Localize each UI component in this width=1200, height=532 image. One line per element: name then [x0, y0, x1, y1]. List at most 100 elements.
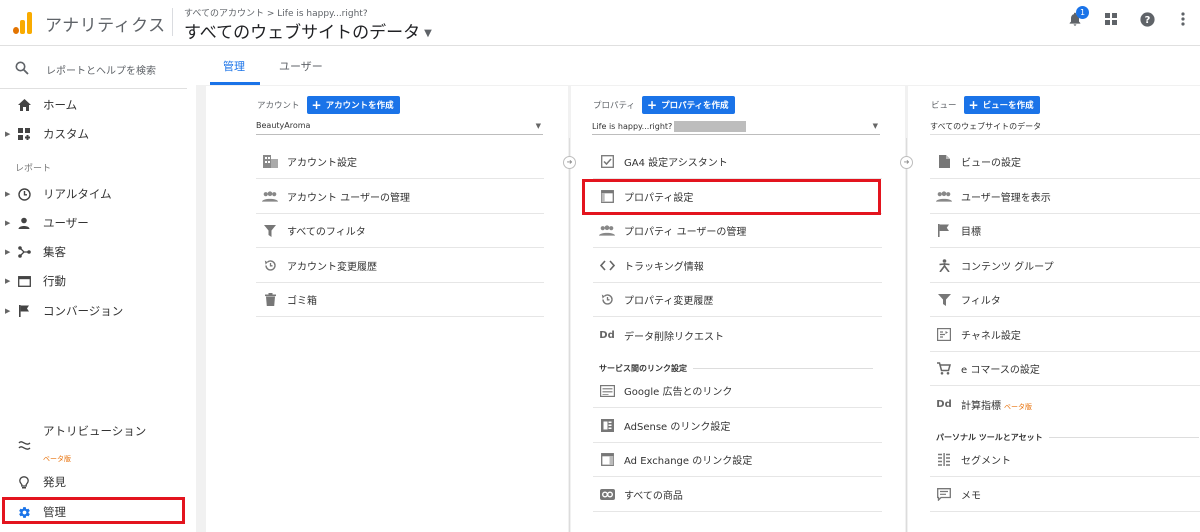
segments-item[interactable]: セグメント — [930, 443, 1200, 477]
people-icon — [599, 223, 615, 239]
account-label: アカウント — [257, 101, 300, 111]
app-title: アナリティクス — [45, 16, 166, 36]
column-divider — [569, 138, 570, 532]
document-icon — [936, 154, 952, 170]
expand-arrow-icon: ▶ — [5, 219, 11, 227]
top-header: アナリティクス すべてのアカウント > Life is happy...righ… — [0, 0, 1200, 46]
account-selected: BeautyAroma — [256, 121, 311, 130]
data-deletion-request-item[interactable]: Dd データ削除リクエスト — [593, 318, 882, 352]
calculated-metrics-item[interactable]: Dd 計算指標 ベータ版 — [930, 387, 1200, 421]
create-property-button[interactable]: + プロパティを作成 — [642, 96, 735, 114]
property-selector[interactable]: Life is happy...right? ▼ — [592, 121, 880, 135]
tab-admin[interactable]: 管理 — [223, 58, 245, 74]
tab-active-indicator — [210, 82, 260, 85]
tracking-info-item[interactable]: トラッキング情報 — [593, 249, 882, 283]
property-user-management-item[interactable]: プロパティ ユーザーの管理 — [593, 214, 882, 248]
sidebar-item-realtime[interactable]: ▶ リアルタイム — [0, 180, 187, 208]
adsense-link-item[interactable]: AdSense のリンク設定 — [593, 409, 882, 443]
property-settings-highlight-box — [582, 179, 881, 215]
comment-icon — [936, 487, 952, 503]
sidebar-item-conversion[interactable]: ▶ コンバージョン — [0, 297, 187, 325]
flag-icon — [936, 223, 952, 239]
view-label: ビュー — [931, 101, 957, 111]
account-settings-item[interactable]: アカウント設定 — [256, 145, 544, 179]
list-item-label: e コマースの設定 — [961, 365, 1040, 376]
list-item-label: AdSense のリンク設定 — [624, 422, 731, 433]
sidebar-item-custom[interactable]: ▶ カスタム — [0, 120, 187, 148]
arrow-right-icon: ➜ — [900, 156, 913, 169]
list-item-label: すべてのフィルタ — [287, 227, 366, 238]
list-item-label: アカウント ユーザーの管理 — [287, 193, 410, 204]
sidebar: レポートとヘルプを検索 ホーム ▶ カスタム レポート ▶ リアルタイム ▶ ユ… — [0, 47, 187, 532]
filter-icon — [262, 223, 278, 239]
channel-settings-item[interactable]: チャネル設定 — [930, 318, 1200, 352]
search-input[interactable]: レポートとヘルプを検索 — [0, 47, 187, 89]
search-placeholder: レポートとヘルプを検索 — [46, 66, 156, 77]
google-ads-link-item[interactable]: Google 広告とのリンク — [593, 374, 882, 408]
notification-badge: 1 — [1076, 6, 1089, 19]
notes-item[interactable]: メモ — [930, 478, 1200, 512]
analytics-logo-icon[interactable] — [11, 10, 35, 34]
content-group-icon — [936, 258, 952, 274]
trash-item[interactable]: ゴミ箱 — [256, 283, 544, 317]
home-icon — [17, 98, 31, 112]
list-item-label: データ削除リクエスト — [624, 331, 724, 343]
create-view-button[interactable]: + ビューを作成 — [963, 96, 1040, 114]
expand-arrow-icon: ▶ — [5, 248, 11, 256]
list-item-label: GA4 設定アシスタント — [624, 158, 728, 169]
view-user-management-item[interactable]: ユーザー管理を表示 — [930, 180, 1200, 214]
list-item-label: プロパティ変更履歴 — [624, 296, 714, 307]
ads-link-icon — [599, 383, 615, 399]
segment-icon — [936, 452, 952, 468]
personal-tools-heading: パーソナル ツールとアセット — [936, 432, 1199, 443]
view-selector[interactable]: すべてのウェブサイトのデータ ▼ — [184, 18, 432, 43]
ad-exchange-link-item[interactable]: Ad Exchange のリンク設定 — [593, 443, 882, 477]
trash-icon — [262, 292, 278, 308]
sidebar-item-discover[interactable]: 発見 — [0, 468, 187, 496]
sidebar-item-label: 集客 — [43, 245, 66, 259]
list-item-label: セグメント — [961, 456, 1011, 467]
bell-icon[interactable]: 1 — [1066, 6, 1089, 28]
view-selector[interactable]: すべてのウェブサイトのデータ — [930, 121, 1200, 135]
admin-highlight-box — [2, 497, 185, 524]
caret-down-icon: ▼ — [535, 122, 541, 130]
checklist-icon — [599, 154, 615, 170]
channel-icon — [936, 327, 952, 343]
all-filters-item[interactable]: すべてのフィルタ — [256, 214, 544, 248]
sidebar-item-users[interactable]: ▶ ユーザー — [0, 209, 187, 237]
sidebar-item-label: コンバージョン — [43, 304, 124, 318]
sidebar-item-behavior[interactable]: ▶ 行動 — [0, 267, 187, 295]
account-selector[interactable]: BeautyAroma ▼ — [256, 121, 543, 135]
tab-user[interactable]: ユーザー — [279, 58, 323, 74]
view-filter-item[interactable]: フィルタ — [930, 283, 1200, 317]
history-icon — [599, 292, 615, 308]
help-icon[interactable]: ? — [1138, 10, 1156, 28]
ad-exchange-icon — [599, 452, 615, 468]
apps-grid-icon[interactable] — [1102, 10, 1120, 28]
property-history-item[interactable]: プロパティ変更履歴 — [593, 283, 882, 317]
building-icon — [262, 154, 278, 170]
list-item-label: コンテンツ グループ — [961, 262, 1054, 273]
expand-arrow-icon: ▶ — [5, 307, 11, 315]
content-group-item[interactable]: コンテンツ グループ — [930, 249, 1200, 283]
sidebar-item-acquisition[interactable]: ▶ 集客 — [0, 238, 187, 266]
list-item-label: すべての商品 — [624, 491, 683, 502]
flag-icon — [17, 304, 31, 318]
sidebar-item-home[interactable]: ホーム — [0, 91, 187, 119]
ecommerce-settings-item[interactable]: e コマースの設定 — [930, 352, 1200, 386]
create-account-button[interactable]: + アカウントを作成 — [306, 96, 400, 114]
more-vert-icon[interactable] — [1174, 10, 1192, 28]
sidebar-item-label: リアルタイム — [43, 187, 112, 201]
all-products-item[interactable]: すべての商品 — [593, 478, 882, 512]
caret-down-icon: ▼ — [872, 122, 878, 130]
view-settings-item[interactable]: ビューの設定 — [930, 145, 1200, 179]
goals-item[interactable]: 目標 — [930, 214, 1200, 248]
behavior-icon — [17, 274, 31, 288]
account-user-management-item[interactable]: アカウント ユーザーの管理 — [256, 180, 544, 214]
ga4-setup-assistant-item[interactable]: GA4 設定アシスタント — [593, 145, 882, 179]
account-history-item[interactable]: アカウント変更履歴 — [256, 249, 544, 283]
list-item-label: フィルタ — [961, 296, 1001, 307]
history-icon — [262, 258, 278, 274]
list-item-label: アカウント変更履歴 — [287, 262, 377, 273]
list-item-label: メモ — [961, 491, 981, 502]
